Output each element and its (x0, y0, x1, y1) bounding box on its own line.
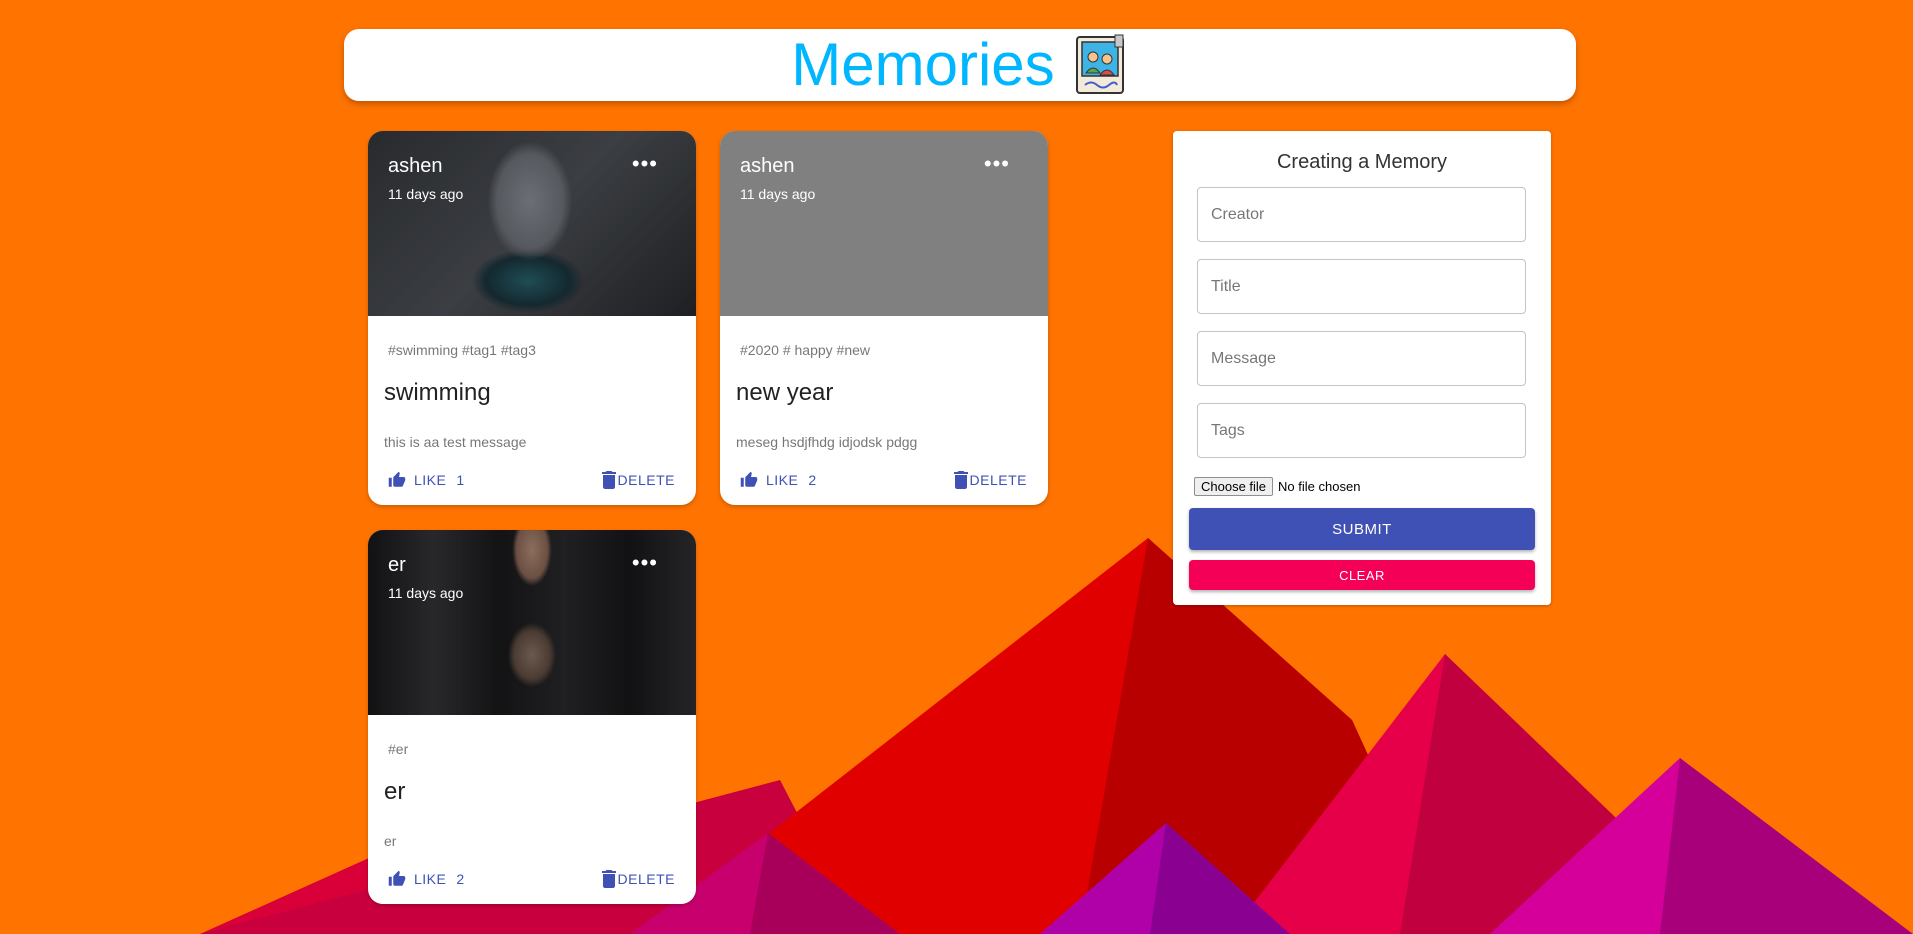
like-count: 2 (808, 472, 817, 488)
like-label: LIKE (414, 472, 447, 488)
file-status: No file chosen (1278, 479, 1361, 494)
like-label: LIKE (766, 472, 799, 488)
thumb-up-icon (388, 870, 406, 886)
more-options-icon[interactable]: ••• (984, 153, 1010, 175)
post-image: er 11 days ago ••• (368, 530, 696, 715)
title-input[interactable] (1197, 259, 1526, 314)
delete-button[interactable]: DELETE (601, 870, 675, 888)
post-card: ashen 11 days ago ••• #2020 # happy #new… (720, 131, 1048, 505)
post-creator: ashen (740, 155, 795, 177)
post-actions: LIKE 2 DELETE (368, 870, 696, 896)
like-button[interactable]: LIKE 2 (740, 471, 817, 489)
photo-album-icon (1075, 34, 1124, 94)
like-count: 2 (456, 871, 465, 887)
post-time: 11 days ago (388, 585, 464, 601)
post-time: 11 days ago (740, 186, 816, 202)
post-tags: #2020 # happy #new (740, 342, 870, 358)
file-input: Choose file No file chosen (1194, 477, 1360, 496)
post-time: 11 days ago (388, 186, 464, 202)
post-actions: LIKE 1 DELETE (368, 471, 696, 497)
post-message: meseg hsdjfhdg idjodsk pdgg (736, 434, 918, 450)
like-label: LIKE (414, 871, 447, 887)
form-heading: Creating a Memory (1276, 151, 1448, 173)
trash-icon (953, 471, 968, 489)
post-message: this is aa test message (384, 434, 527, 450)
app-title: Memories (791, 31, 1055, 98)
post-card: er 11 days ago ••• #er er er LIKE 2 DELE… (368, 530, 696, 904)
thumb-up-icon (388, 471, 406, 487)
post-title: er (384, 778, 406, 805)
more-options-icon[interactable]: ••• (632, 153, 658, 175)
submit-button[interactable]: SUBMIT (1189, 508, 1535, 550)
thumb-up-icon (740, 471, 758, 487)
delete-label: DELETE (617, 871, 675, 887)
delete-button[interactable]: DELETE (953, 471, 1027, 489)
message-input[interactable] (1197, 331, 1526, 386)
like-count: 1 (456, 472, 465, 488)
app-bar: Memories (344, 29, 1576, 101)
post-image: ashen 11 days ago ••• (368, 131, 696, 316)
tags-input[interactable] (1197, 403, 1526, 458)
more-options-icon[interactable]: ••• (632, 552, 658, 574)
clear-button[interactable]: CLEAR (1189, 560, 1535, 590)
like-button[interactable]: LIKE 2 (388, 870, 465, 888)
post-creator: ashen (388, 155, 443, 177)
post-card: ashen 11 days ago ••• #swimming #tag1 #t… (368, 131, 696, 505)
memory-form: Creating a Memory Choose file No file ch… (1173, 131, 1551, 605)
delete-label: DELETE (617, 472, 675, 488)
post-image: ashen 11 days ago ••• (720, 131, 1048, 316)
post-title: new year (736, 379, 834, 406)
delete-button[interactable]: DELETE (601, 471, 675, 489)
post-creator: er (388, 554, 406, 576)
trash-icon (601, 870, 616, 888)
creator-input[interactable] (1197, 187, 1526, 242)
like-button[interactable]: LIKE 1 (388, 471, 465, 489)
post-tags: #swimming #tag1 #tag3 (388, 342, 536, 358)
delete-label: DELETE (969, 472, 1027, 488)
post-title: swimming (384, 379, 491, 406)
post-tags: #er (388, 741, 409, 757)
post-message: er (384, 833, 397, 849)
choose-file-button[interactable]: Choose file (1194, 477, 1274, 496)
post-actions: LIKE 2 DELETE (720, 471, 1048, 497)
trash-icon (601, 471, 616, 489)
